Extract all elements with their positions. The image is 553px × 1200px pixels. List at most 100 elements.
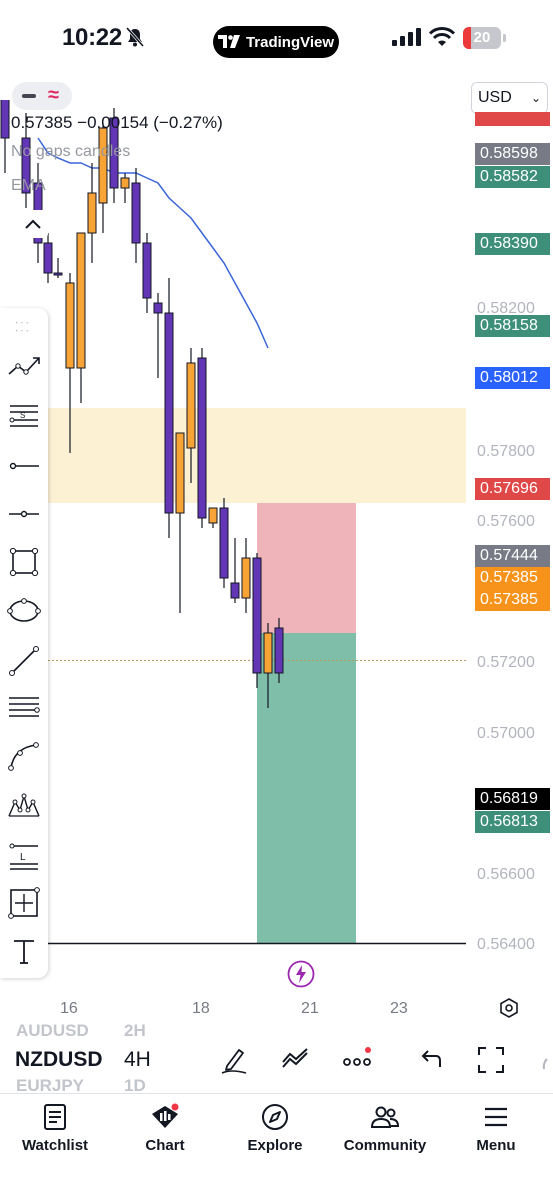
candle-body: [76, 232, 86, 369]
candle-body: [53, 272, 63, 276]
drawing-pen-icon[interactable]: [219, 1045, 249, 1075]
svg-text:S: S: [20, 411, 25, 420]
nav-watchlist[interactable]: Watchlist: [0, 1094, 110, 1164]
tradingview-pill[interactable]: TradingView: [213, 26, 339, 58]
ellipse-icon[interactable]: [6, 593, 42, 629]
explore-icon: [262, 1104, 288, 1130]
price-axis-label: 0.57696: [475, 478, 550, 500]
candle-body: [98, 127, 108, 204]
battery-indicator: 20: [463, 27, 507, 49]
nav-chart[interactable]: Chart: [110, 1094, 220, 1164]
price-tick-label: 0.56600: [477, 866, 535, 883]
wifi-icon: [428, 27, 456, 46]
rectangle-icon[interactable]: [6, 544, 42, 580]
horizontal-ray-icon[interactable]: [6, 448, 42, 484]
trend-line-icon[interactable]: [6, 348, 42, 384]
nav-explore[interactable]: Explore: [220, 1094, 330, 1164]
candle-body: [197, 357, 207, 519]
currency-select[interactable]: USD ⌄: [471, 82, 548, 114]
candle-body: [252, 557, 262, 674]
price-tick-label: 0.56400: [477, 936, 535, 953]
chevron-down-icon: ⌄: [530, 91, 541, 105]
candle-body: [142, 242, 152, 299]
candle-body: [153, 302, 163, 314]
signal-icon: [392, 28, 421, 46]
price-tick-label: 0.57000: [477, 725, 535, 742]
line-icon[interactable]: [6, 643, 42, 679]
price-label-icon[interactable]: L: [6, 836, 42, 872]
candle-body: [208, 507, 218, 524]
menu-icon: [485, 1107, 507, 1127]
study-legend-ema[interactable]: EMA: [11, 177, 46, 195]
more-dots-icon[interactable]: [342, 1045, 372, 1075]
battery-text: 20: [473, 29, 491, 46]
status-bar: 10:22 TradingView 20: [0, 0, 553, 78]
candle-body: [120, 177, 130, 189]
prev-symbol[interactable]: AUDUSD: [16, 1021, 89, 1041]
time-label: 21: [301, 1000, 319, 1017]
tradingview-logo-icon: [217, 35, 240, 48]
take-profit-zone: [257, 633, 356, 944]
symbol-name[interactable]: NZDUSD: [15, 1048, 103, 1072]
curve-icon[interactable]: [6, 738, 42, 774]
collapse-legend-icon: [22, 94, 36, 98]
timeframe-value[interactable]: 4H: [124, 1048, 151, 1072]
candle-body: [230, 582, 240, 599]
candle-body: [87, 192, 97, 234]
drag-handle-icon[interactable]: ∙∙∙ ∙∙∙: [15, 316, 31, 336]
bell-muted-icon: [125, 27, 145, 47]
nav-menu[interactable]: Menu: [441, 1094, 551, 1164]
brand-label: TradingView: [245, 33, 335, 51]
price-axis-label: 0.56813: [475, 811, 550, 833]
candle-body: [274, 627, 284, 674]
drawing-toolbar: ∙∙∙ ∙∙∙ S L: [0, 308, 48, 978]
collapse-toolbar-button[interactable]: [18, 210, 48, 238]
price-axis-label: 0.56819: [475, 788, 550, 810]
nav-label: Explore: [247, 1137, 303, 1154]
study-legend-no-gaps[interactable]: No gaps candles: [11, 143, 130, 161]
text-icon[interactable]: [6, 933, 42, 969]
bottom-navigation: Watchlist Chart Explore Community Menu: [0, 1093, 553, 1200]
candle-body: [0, 100, 10, 139]
fib-retracement-icon[interactable]: [6, 690, 42, 726]
nav-community[interactable]: Community: [330, 1094, 440, 1164]
candle-body: [219, 507, 229, 579]
candle-body: [263, 632, 273, 674]
price-tick-label: 0.57200: [477, 654, 535, 671]
candle-body: [175, 432, 185, 514]
price-chart[interactable]: [0, 100, 553, 1030]
price-axis-label: 0.58598: [475, 143, 550, 165]
price-axis-label: 0.58158: [475, 315, 550, 337]
horizontal-line-icon[interactable]: [6, 496, 42, 532]
undo-icon[interactable]: [415, 1045, 445, 1075]
community-icon: [370, 1106, 400, 1128]
status-time: 10:22: [62, 24, 122, 51]
candle-body: [65, 282, 75, 369]
stop-loss-zone: [257, 503, 356, 633]
settings-hexagon-icon[interactable]: [498, 997, 520, 1019]
pattern-icon[interactable]: [6, 788, 42, 824]
nav-label: Chart: [145, 1137, 185, 1154]
legend-toggle[interactable]: ≈: [12, 82, 72, 110]
redo-icon[interactable]: [538, 1045, 553, 1075]
candle-body: [186, 362, 196, 449]
currency-value: USD: [478, 89, 512, 106]
price-axis-label: 0.57444: [475, 545, 550, 567]
prev-timeframe[interactable]: 2H: [124, 1021, 146, 1041]
time-label: 18: [192, 1000, 210, 1017]
price-axis-label: 0.57385: [475, 589, 550, 611]
price-axis-label-peek: [475, 112, 550, 126]
chevron-up-icon: [25, 219, 41, 229]
nav-label: Watchlist: [21, 1137, 89, 1154]
indicators-icon[interactable]: [280, 1045, 310, 1075]
long-position-icon[interactable]: S: [6, 398, 42, 434]
price-axis-label: 0.58012: [475, 367, 550, 389]
fullscreen-icon[interactable]: [476, 1045, 506, 1075]
price-axis-label: 0.58390: [475, 233, 550, 255]
crosshair-icon[interactable]: [6, 885, 42, 921]
candle-body: [164, 312, 174, 514]
price-axis-label: 0.57385: [475, 567, 550, 589]
candle-body: [43, 242, 53, 274]
lightning-icon[interactable]: [287, 960, 315, 988]
nav-label: Menu: [476, 1137, 516, 1154]
